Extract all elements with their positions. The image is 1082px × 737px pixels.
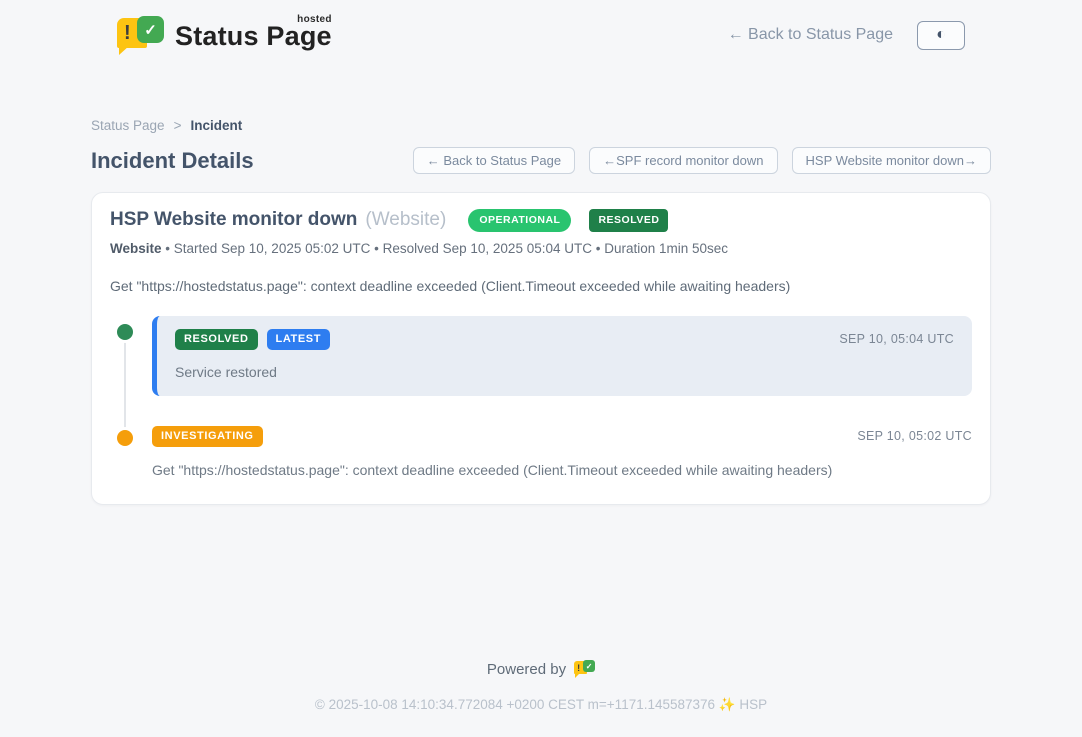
timeline-entry-message: Get "https://hostedstatus.page": context… xyxy=(152,462,972,478)
powered-by-label: Powered by xyxy=(487,661,566,678)
next-incident-button[interactable]: HSP Website monitor down→ xyxy=(792,147,991,174)
timeline-dot-orange xyxy=(117,430,133,446)
footer-logo-bubble-tail xyxy=(575,673,580,678)
incident-nav-buttons: ← Back to Status Page ←SPF record monito… xyxy=(413,147,991,174)
breadcrumb: Status Page > Incident xyxy=(91,118,991,133)
incident-meta: Website • Started Sep 10, 2025 05:02 UTC… xyxy=(110,241,972,256)
incident-meta-component: Website xyxy=(110,241,162,256)
incident-timeline: RESOLVED LATEST SEP 10, 05:04 UTC Servic… xyxy=(110,316,972,478)
incident-component: (Website) xyxy=(365,209,446,231)
page-title: Incident Details xyxy=(91,148,254,174)
logo-check-icon: ✓ xyxy=(137,16,164,43)
incident-description: Get "https://hostedstatus.page": context… xyxy=(110,278,972,294)
timeline-entry-investigating: INVESTIGATING SEP 10, 05:02 UTC Get "htt… xyxy=(110,426,972,478)
timeline-resolved-badge: RESOLVED xyxy=(175,329,258,350)
brand-logo-icon: ! ✓ xyxy=(117,14,165,56)
breadcrumb-status-page[interactable]: Status Page xyxy=(91,118,165,133)
incident-title: HSP Website monitor down xyxy=(110,209,357,231)
operational-badge: OPERATIONAL xyxy=(468,209,571,232)
brand-superscript: hosted xyxy=(297,14,332,25)
brand-logo[interactable]: ! ✓ hosted Status Page xyxy=(117,14,332,56)
powered-by[interactable]: Powered by ! ✓ xyxy=(0,660,1082,679)
breadcrumb-separator: > xyxy=(174,118,182,133)
timeline-investigating-badge: INVESTIGATING xyxy=(152,426,263,447)
logo-bubble-tail xyxy=(119,46,129,55)
brand-name: Status Page xyxy=(175,21,332,51)
timeline-latest-badge: LATEST xyxy=(267,329,331,350)
site-header: ! ✓ hosted Status Page ← Back to Status … xyxy=(0,0,1082,66)
footer-logo-icon: ! ✓ xyxy=(574,660,595,679)
resolved-badge: RESOLVED xyxy=(589,209,668,232)
timeline-entry-message: Service restored xyxy=(175,364,954,380)
breadcrumb-incident: Incident xyxy=(190,118,242,133)
timeline-entry-resolved: RESOLVED LATEST SEP 10, 05:04 UTC Servic… xyxy=(110,316,972,396)
back-to-status-page-button[interactable]: ← Back to Status Page xyxy=(413,147,575,174)
timeline-entry-timestamp: SEP 10, 05:02 UTC xyxy=(857,429,972,443)
header-back-link[interactable]: ← Back to Status Page xyxy=(728,26,893,44)
incident-card: HSP Website monitor down (Website) OPERA… xyxy=(91,192,991,505)
brand-logo-text: hosted Status Page xyxy=(175,14,332,56)
prev-incident-button[interactable]: ←SPF record monitor down xyxy=(589,147,777,174)
timeline-entry-plain: INVESTIGATING SEP 10, 05:02 UTC Get "htt… xyxy=(152,426,972,478)
site-footer: Powered by ! ✓ © 2025-10-08 14:10:34.772… xyxy=(0,660,1082,737)
timeline-entry-highlight-box: RESOLVED LATEST SEP 10, 05:04 UTC Servic… xyxy=(152,316,972,396)
footer-logo-check-icon: ✓ xyxy=(583,660,595,672)
timeline-entry-timestamp: SEP 10, 05:04 UTC xyxy=(839,332,954,346)
contrast-icon: ◐ xyxy=(936,27,946,43)
theme-toggle-button[interactable]: ◐ xyxy=(917,21,965,50)
copyright-text: © 2025-10-08 14:10:34.772084 +0200 CEST … xyxy=(0,697,1082,713)
incident-meta-details: • Started Sep 10, 2025 05:02 UTC • Resol… xyxy=(162,241,729,256)
timeline-dot-green xyxy=(117,324,133,340)
